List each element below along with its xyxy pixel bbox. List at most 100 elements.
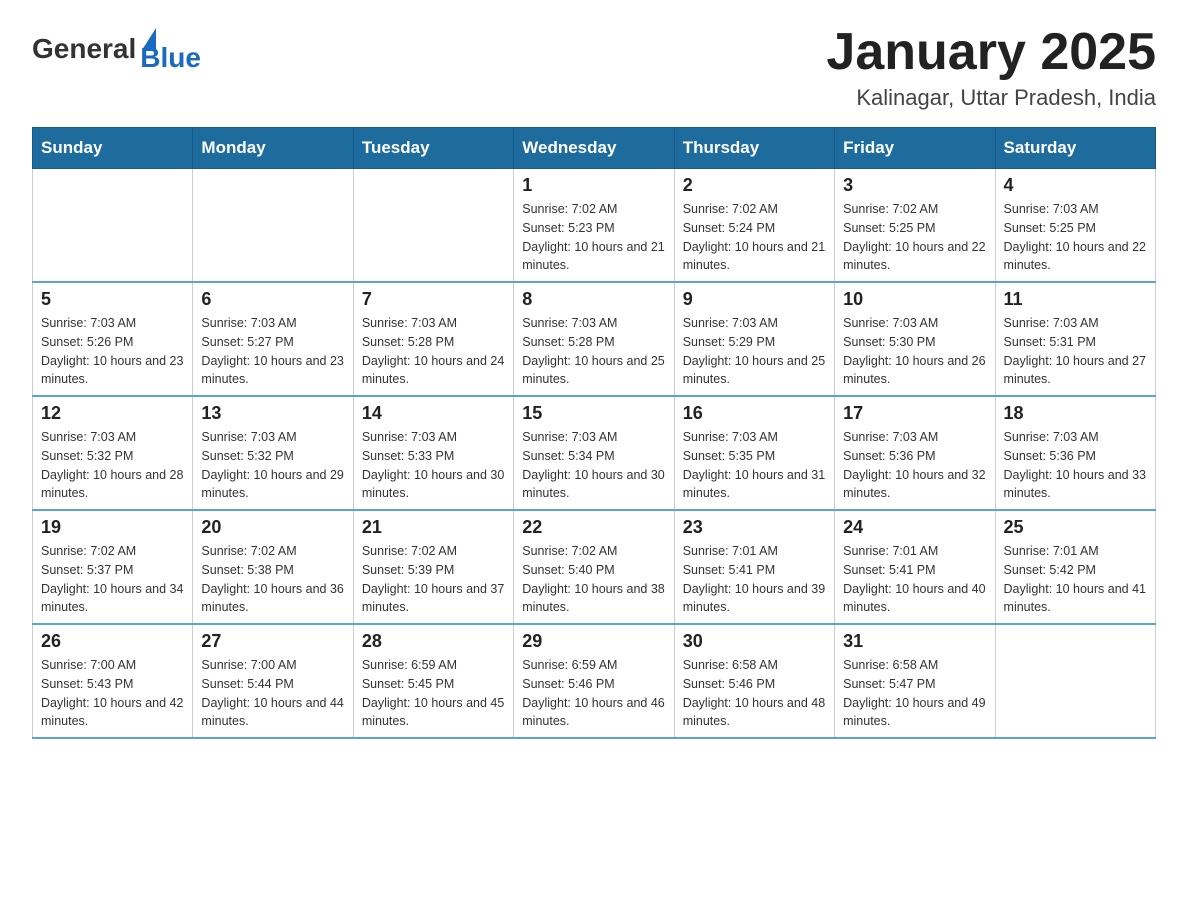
day-info: Sunrise: 7:01 AMSunset: 5:42 PMDaylight:…	[1004, 542, 1147, 617]
day-number: 8	[522, 289, 665, 310]
day-number: 13	[201, 403, 344, 424]
day-info: Sunrise: 7:02 AMSunset: 5:38 PMDaylight:…	[201, 542, 344, 617]
calendar-cell: 18 Sunrise: 7:03 AMSunset: 5:36 PMDayligh…	[995, 396, 1155, 510]
calendar-cell: 24 Sunrise: 7:01 AMSunset: 5:41 PMDayligh…	[835, 510, 995, 624]
day-number: 29	[522, 631, 665, 652]
calendar-cell: 1 Sunrise: 7:02 AMSunset: 5:23 PMDaylight…	[514, 169, 674, 283]
day-header-tuesday: Tuesday	[353, 128, 513, 169]
day-number: 1	[522, 175, 665, 196]
day-info: Sunrise: 7:03 AMSunset: 5:26 PMDaylight:…	[41, 314, 184, 389]
day-number: 15	[522, 403, 665, 424]
day-info: Sunrise: 7:03 AMSunset: 5:36 PMDaylight:…	[843, 428, 986, 503]
calendar-cell	[33, 169, 193, 283]
calendar-table: SundayMondayTuesdayWednesdayThursdayFrid…	[32, 127, 1156, 739]
day-number: 28	[362, 631, 505, 652]
day-number: 3	[843, 175, 986, 196]
day-info: Sunrise: 6:59 AMSunset: 5:46 PMDaylight:…	[522, 656, 665, 731]
day-info: Sunrise: 7:02 AMSunset: 5:39 PMDaylight:…	[362, 542, 505, 617]
calendar-title: January 2025	[826, 24, 1156, 81]
day-header-thursday: Thursday	[674, 128, 834, 169]
calendar-cell: 3Sunrise: 7:02 AMSunset: 5:25 PMDaylight…	[835, 169, 995, 283]
calendar-cell: 29 Sunrise: 6:59 AMSunset: 5:46 PMDayligh…	[514, 624, 674, 738]
day-number: 7	[362, 289, 505, 310]
calendar-cell: 13 Sunrise: 7:03 AMSunset: 5:32 PMDayligh…	[193, 396, 353, 510]
day-info: Sunrise: 7:03 AMSunset: 5:36 PMDaylight:…	[1004, 428, 1147, 503]
calendar-cell: 12Sunrise: 7:03 AMSunset: 5:32 PMDayligh…	[33, 396, 193, 510]
calendar-cell: 23 Sunrise: 7:01 AMSunset: 5:41 PMDayligh…	[674, 510, 834, 624]
days-of-week-row: SundayMondayTuesdayWednesdayThursdayFrid…	[33, 128, 1156, 169]
day-number: 26	[41, 631, 184, 652]
day-number: 17	[843, 403, 986, 424]
logo-text-general: General	[32, 33, 136, 65]
day-info: Sunrise: 7:01 AMSunset: 5:41 PMDaylight:…	[683, 542, 826, 617]
day-info: Sunrise: 7:03 AMSunset: 5:32 PMDaylight:…	[201, 428, 344, 503]
calendar-cell: 19Sunrise: 7:02 AMSunset: 5:37 PMDayligh…	[33, 510, 193, 624]
calendar-cell: 11Sunrise: 7:03 AMSunset: 5:31 PMDayligh…	[995, 282, 1155, 396]
calendar-week-3: 12Sunrise: 7:03 AMSunset: 5:32 PMDayligh…	[33, 396, 1156, 510]
logo-text-blue: Blue	[140, 42, 201, 74]
day-info: Sunrise: 7:00 AMSunset: 5:43 PMDaylight:…	[41, 656, 184, 731]
day-info: Sunrise: 7:03 AMSunset: 5:35 PMDaylight:…	[683, 428, 826, 503]
calendar-cell: 25Sunrise: 7:01 AMSunset: 5:42 PMDayligh…	[995, 510, 1155, 624]
day-info: Sunrise: 7:03 AMSunset: 5:34 PMDaylight:…	[522, 428, 665, 503]
day-info: Sunrise: 7:02 AMSunset: 5:40 PMDaylight:…	[522, 542, 665, 617]
calendar-week-2: 5 Sunrise: 7:03 AMSunset: 5:26 PMDaylight…	[33, 282, 1156, 396]
calendar-cell: 8 Sunrise: 7:03 AMSunset: 5:28 PMDaylight…	[514, 282, 674, 396]
day-header-friday: Friday	[835, 128, 995, 169]
day-number: 30	[683, 631, 826, 652]
day-header-monday: Monday	[193, 128, 353, 169]
day-info: Sunrise: 7:03 AMSunset: 5:30 PMDaylight:…	[843, 314, 986, 389]
calendar-cell: 2Sunrise: 7:02 AMSunset: 5:24 PMDaylight…	[674, 169, 834, 283]
day-info: Sunrise: 7:03 AMSunset: 5:25 PMDaylight:…	[1004, 200, 1147, 275]
calendar-subtitle: Kalinagar, Uttar Pradesh, India	[826, 85, 1156, 111]
day-number: 6	[201, 289, 344, 310]
day-header-wednesday: Wednesday	[514, 128, 674, 169]
calendar-cell: 4 Sunrise: 7:03 AMSunset: 5:25 PMDaylight…	[995, 169, 1155, 283]
calendar-week-5: 26 Sunrise: 7:00 AMSunset: 5:43 PMDayligh…	[33, 624, 1156, 738]
day-number: 18	[1004, 403, 1147, 424]
day-number: 21	[362, 517, 505, 538]
day-number: 27	[201, 631, 344, 652]
day-number: 24	[843, 517, 986, 538]
day-info: Sunrise: 6:58 AMSunset: 5:47 PMDaylight:…	[843, 656, 986, 731]
day-info: Sunrise: 7:01 AMSunset: 5:41 PMDaylight:…	[843, 542, 986, 617]
day-info: Sunrise: 6:59 AMSunset: 5:45 PMDaylight:…	[362, 656, 505, 731]
day-header-saturday: Saturday	[995, 128, 1155, 169]
day-info: Sunrise: 7:02 AMSunset: 5:23 PMDaylight:…	[522, 200, 665, 275]
day-number: 5	[41, 289, 184, 310]
calendar-cell	[995, 624, 1155, 738]
calendar-week-1: 1 Sunrise: 7:02 AMSunset: 5:23 PMDaylight…	[33, 169, 1156, 283]
day-info: Sunrise: 7:03 AMSunset: 5:31 PMDaylight:…	[1004, 314, 1147, 389]
calendar-cell: 30 Sunrise: 6:58 AMSunset: 5:46 PMDayligh…	[674, 624, 834, 738]
calendar-cell: 31 Sunrise: 6:58 AMSunset: 5:47 PMDayligh…	[835, 624, 995, 738]
calendar-cell: 14Sunrise: 7:03 AMSunset: 5:33 PMDayligh…	[353, 396, 513, 510]
day-number: 4	[1004, 175, 1147, 196]
calendar-cell: 28 Sunrise: 6:59 AMSunset: 5:45 PMDayligh…	[353, 624, 513, 738]
day-number: 9	[683, 289, 826, 310]
calendar-cell: 26 Sunrise: 7:00 AMSunset: 5:43 PMDayligh…	[33, 624, 193, 738]
calendar-header: SundayMondayTuesdayWednesdayThursdayFrid…	[33, 128, 1156, 169]
calendar-cell: 20 Sunrise: 7:02 AMSunset: 5:38 PMDayligh…	[193, 510, 353, 624]
logo: General Blue	[32, 24, 201, 74]
calendar-cell: 5 Sunrise: 7:03 AMSunset: 5:26 PMDaylight…	[33, 282, 193, 396]
day-number: 19	[41, 517, 184, 538]
day-info: Sunrise: 7:03 AMSunset: 5:28 PMDaylight:…	[522, 314, 665, 389]
day-info: Sunrise: 7:00 AMSunset: 5:44 PMDaylight:…	[201, 656, 344, 731]
day-number: 10	[843, 289, 986, 310]
day-info: Sunrise: 7:02 AMSunset: 5:24 PMDaylight:…	[683, 200, 826, 275]
calendar-body: 1 Sunrise: 7:02 AMSunset: 5:23 PMDaylight…	[33, 169, 1156, 739]
day-info: Sunrise: 6:58 AMSunset: 5:46 PMDaylight:…	[683, 656, 826, 731]
day-info: Sunrise: 7:03 AMSunset: 5:29 PMDaylight:…	[683, 314, 826, 389]
day-number: 20	[201, 517, 344, 538]
calendar-cell: 9 Sunrise: 7:03 AMSunset: 5:29 PMDaylight…	[674, 282, 834, 396]
calendar-cell: 6 Sunrise: 7:03 AMSunset: 5:27 PMDaylight…	[193, 282, 353, 396]
calendar-cell: 16Sunrise: 7:03 AMSunset: 5:35 PMDayligh…	[674, 396, 834, 510]
day-number: 22	[522, 517, 665, 538]
day-number: 23	[683, 517, 826, 538]
title-section: January 2025 Kalinagar, Uttar Pradesh, I…	[826, 24, 1156, 111]
day-number: 14	[362, 403, 505, 424]
calendar-cell: 15 Sunrise: 7:03 AMSunset: 5:34 PMDayligh…	[514, 396, 674, 510]
day-info: Sunrise: 7:03 AMSunset: 5:27 PMDaylight:…	[201, 314, 344, 389]
calendar-week-4: 19Sunrise: 7:02 AMSunset: 5:37 PMDayligh…	[33, 510, 1156, 624]
day-number: 31	[843, 631, 986, 652]
